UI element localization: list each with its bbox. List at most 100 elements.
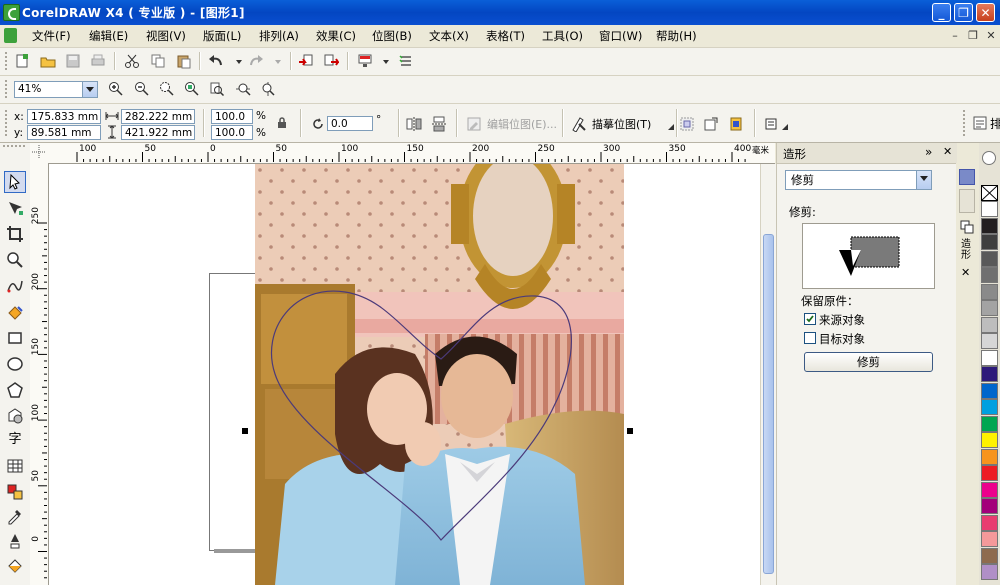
color-swatch[interactable] xyxy=(981,366,998,382)
toolbox-grip[interactable] xyxy=(3,145,25,150)
trace-bitmap-button[interactable]: 描摹位图(T) xyxy=(592,116,651,132)
edit-bitmap-button[interactable]: 编辑位图(E)... xyxy=(487,116,557,132)
export-icon[interactable] xyxy=(323,53,339,69)
undo-dropdown-icon[interactable] xyxy=(231,53,247,69)
wrap-dropdown-icon[interactable] xyxy=(782,124,788,130)
freehand-tool-icon[interactable] xyxy=(6,277,24,295)
color-swatch[interactable] xyxy=(981,267,998,283)
zoom-dropdown-arrow[interactable] xyxy=(82,82,97,97)
application-launcher-icon[interactable] xyxy=(357,53,373,69)
shape-tool-icon[interactable] xyxy=(6,199,24,217)
wedding-photo-bitmap[interactable] xyxy=(255,164,624,585)
interactive-blend-tool-icon[interactable] xyxy=(6,483,24,501)
zoom-to-page-icon[interactable] xyxy=(209,81,225,97)
rotation-angle-input[interactable]: 0.0 xyxy=(327,116,373,131)
trace-bitmap-dropdown-icon[interactable] xyxy=(668,124,674,130)
redo-dropdown-icon[interactable] xyxy=(270,53,286,69)
menu-file[interactable]: 文件(F) xyxy=(32,28,71,44)
docker-collapse-icon[interactable]: » xyxy=(925,145,932,159)
pick-tool-icon[interactable] xyxy=(4,171,26,193)
canvas-vertical-scrollbar[interactable] xyxy=(760,164,776,585)
vertical-ruler[interactable]: 250 200 150 100 50 0 xyxy=(30,163,49,585)
zoom-level-dropdown[interactable]: 41% xyxy=(14,81,98,98)
color-swatch[interactable] xyxy=(981,217,998,234)
color-swatch[interactable] xyxy=(981,415,998,432)
fill-tool-icon[interactable] xyxy=(6,556,24,574)
color-swatch[interactable] xyxy=(981,547,998,564)
cut-icon[interactable] xyxy=(124,53,140,69)
rectangle-tool-icon[interactable] xyxy=(6,329,24,347)
menu-layout[interactable]: 版面(L) xyxy=(203,28,241,44)
color-swatch[interactable] xyxy=(981,316,998,333)
toolbar-grip[interactable] xyxy=(5,110,10,136)
menu-edit[interactable]: 编辑(E) xyxy=(89,28,128,44)
toolbar-grip[interactable] xyxy=(5,52,10,70)
menu-bitmaps[interactable]: 位图(B) xyxy=(372,28,412,44)
docker-close-icon[interactable]: ✕ xyxy=(943,145,952,158)
outline-tool-icon[interactable] xyxy=(6,532,24,550)
toolbar-grip[interactable] xyxy=(963,110,968,136)
crop-tool-icon[interactable] xyxy=(6,225,24,243)
x-position-input[interactable]: 175.833 mm xyxy=(27,109,101,124)
zoom-to-all-objects-icon[interactable] xyxy=(184,81,200,97)
smart-fill-tool-icon[interactable] xyxy=(6,303,24,321)
color-swatch[interactable] xyxy=(981,250,998,267)
options-icon[interactable] xyxy=(398,53,414,69)
color-swatch[interactable] xyxy=(981,283,998,300)
color-swatch[interactable] xyxy=(981,399,998,415)
height-input[interactable]: 421.922 mm xyxy=(121,125,195,140)
color-swatch[interactable] xyxy=(981,531,998,547)
docker-tab-close-icon[interactable]: ✕ xyxy=(961,266,970,279)
zoom-out-icon[interactable] xyxy=(134,81,150,97)
zoom-tool-icon[interactable] xyxy=(6,251,24,269)
selection-handle-left[interactable] xyxy=(242,428,248,434)
zoom-to-page-width-icon[interactable] xyxy=(235,81,251,97)
color-swatch[interactable] xyxy=(981,465,998,481)
menu-help[interactable]: 帮助(H) xyxy=(656,28,697,44)
color-swatch[interactable] xyxy=(981,448,998,465)
menu-effects[interactable]: 效果(C) xyxy=(316,28,356,44)
paste-icon[interactable] xyxy=(176,53,192,69)
color-swatch[interactable] xyxy=(981,498,998,514)
menu-window[interactable]: 窗口(W) xyxy=(599,28,642,44)
undo-icon[interactable] xyxy=(208,53,224,69)
launcher-dropdown-icon[interactable] xyxy=(378,53,394,69)
horizontal-ruler[interactable]: 100 50 0 50 100 150 200 250 300 350 400 毫米 xyxy=(30,143,775,164)
target-object-checkbox[interactable] xyxy=(804,332,816,344)
scrollbar-thumb[interactable] xyxy=(763,234,774,574)
new-document-icon[interactable] xyxy=(14,53,30,69)
transform-tab[interactable] xyxy=(959,189,975,213)
save-icon[interactable] xyxy=(65,53,81,69)
shaping-mode-arrow[interactable] xyxy=(916,171,931,189)
shaping-tab-label[interactable]: 造形 xyxy=(961,239,973,261)
zoom-to-selected-icon[interactable] xyxy=(159,81,175,97)
crop-bitmap-icon[interactable] xyxy=(679,116,695,132)
ruler-origin-icon[interactable] xyxy=(32,145,46,159)
scale-width-input[interactable]: 100.0 xyxy=(211,109,253,124)
doc-close-button[interactable]: ✕ xyxy=(983,28,999,43)
color-swatch[interactable] xyxy=(981,349,998,366)
zoom-to-page-height-icon[interactable] xyxy=(260,81,276,97)
arrange-toolbar-icon[interactable] xyxy=(972,115,988,131)
table-tool-icon[interactable] xyxy=(6,457,24,475)
toolbar-grip[interactable] xyxy=(5,80,10,98)
drawing-canvas[interactable] xyxy=(49,164,760,585)
zoom-in-icon[interactable] xyxy=(108,81,124,97)
polygon-tool-icon[interactable] xyxy=(6,381,24,399)
doc-minimize-button[interactable]: – xyxy=(947,28,963,43)
menu-tools[interactable]: 工具(O) xyxy=(542,28,583,44)
color-swatch[interactable] xyxy=(981,300,998,316)
coreldraw-app-icon[interactable] xyxy=(3,4,20,21)
scale-height-input[interactable]: 100.0 xyxy=(211,125,253,140)
color-swatch[interactable] xyxy=(981,201,998,217)
eyedropper-tool-icon[interactable] xyxy=(6,507,24,525)
selection-handle-right[interactable] xyxy=(627,428,633,434)
menu-arrange[interactable]: 排列(A) xyxy=(259,28,299,44)
width-input[interactable]: 282.222 mm xyxy=(121,109,195,124)
color-swatch[interactable] xyxy=(981,432,998,448)
mirror-horizontal-icon[interactable] xyxy=(406,116,422,132)
shaping-mode-dropdown[interactable]: 修剪 xyxy=(785,170,932,190)
resample-icon[interactable] xyxy=(703,116,719,132)
color-swatch[interactable] xyxy=(981,382,998,399)
open-folder-icon[interactable] xyxy=(40,53,56,69)
